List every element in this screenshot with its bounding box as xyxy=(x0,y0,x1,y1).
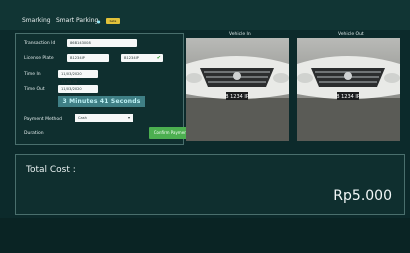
total-cost-panel: Total Cost : Rp5.000 xyxy=(15,154,405,215)
chevron-down-icon: ▾ xyxy=(127,115,130,120)
transaction-id-label: Transaction Id xyxy=(24,41,56,46)
license-plate-label: License Plate xyxy=(24,56,54,61)
app-title: Smart Parking xyxy=(56,17,99,24)
payment-method-label: Payment Method xyxy=(24,117,63,122)
vehicle-in-photo: B 1234 IP xyxy=(186,38,289,141)
vehicle-in-label: Vehicle In xyxy=(229,32,251,37)
beta-badge: beta xyxy=(106,18,120,24)
transaction-form-panel: Transaction Id 86B143008 License Plate B… xyxy=(15,33,193,145)
vehicle-out-image: B 1234 IP xyxy=(297,38,400,141)
brand-name[interactable]: Smarking xyxy=(22,17,51,24)
license-plate-out-field[interactable]: B1234IP ✔ xyxy=(121,54,163,62)
top-bar: Smarking Smart Parking ● beta xyxy=(0,0,410,30)
time-out-field[interactable]: 11/03/2020 11:08:08 xyxy=(58,85,98,99)
total-cost-label: Total Cost : xyxy=(26,165,76,175)
check-icon: ✔ xyxy=(156,55,161,61)
status-dot-icon: ● xyxy=(97,19,101,24)
vehicle-out-label: Vehicle Out xyxy=(338,32,364,37)
time-out-label: Time Out xyxy=(24,87,45,92)
plate-out-text: B 1234 IP xyxy=(336,94,360,100)
time-in-field[interactable]: 11/03/2020 11:04:28 xyxy=(58,70,98,84)
vehicle-in-image: B 1234 IP xyxy=(186,38,289,141)
payment-method-select[interactable]: Cash ▾ xyxy=(75,114,133,122)
duration-label: Duration xyxy=(24,131,44,136)
duration-value: 3 Minutes 41 Seconds xyxy=(58,96,145,107)
payment-method-value: Cash xyxy=(78,116,87,120)
time-in-label: Time In xyxy=(24,72,41,77)
plate-in-text: B 1234 IP xyxy=(225,94,249,100)
transaction-id-field[interactable]: 86B143008 xyxy=(67,39,137,47)
footer-area xyxy=(0,218,410,253)
license-plate-in-field[interactable]: B1234IP xyxy=(67,54,109,62)
total-cost-value: Rp5.000 xyxy=(333,188,392,204)
license-plate-out-value: B1234IP xyxy=(124,56,139,60)
vehicle-out-photo: B 1234 IP xyxy=(297,38,400,141)
